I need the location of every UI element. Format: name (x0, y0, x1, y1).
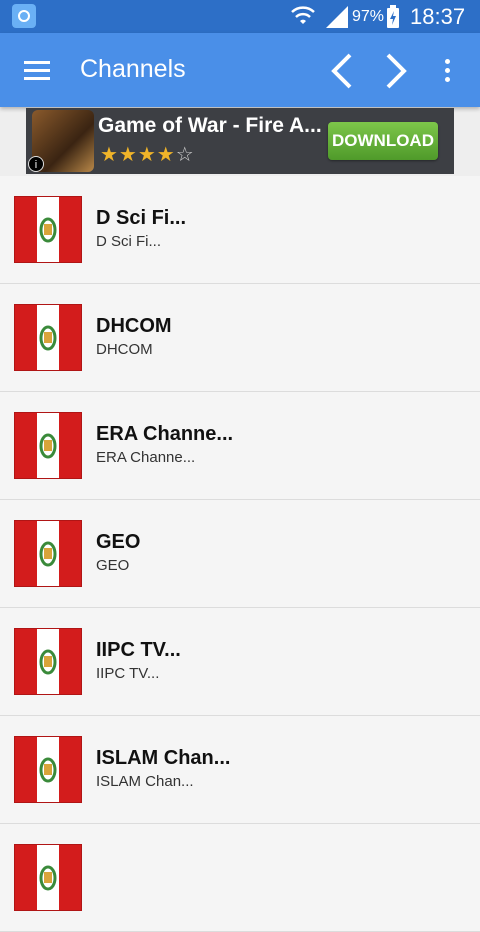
peru-flag-icon (14, 844, 82, 911)
channel-title: ISLAM Chan... (96, 747, 231, 769)
peru-flag-icon (14, 520, 82, 587)
battery-percentage: 97% (352, 8, 385, 25)
status-bar: 97% 18:37 (0, 0, 480, 33)
app-bar: Channels (0, 33, 480, 107)
list-item[interactable]: D Sci Fi... D Sci Fi... (0, 176, 480, 284)
clock: 18:37 (410, 4, 466, 29)
channel-title: D Sci Fi... (96, 207, 187, 229)
channel-subtitle: D Sci Fi... (96, 233, 162, 250)
channel-subtitle: ERA Channe... (96, 449, 196, 466)
list-item[interactable]: IIPC TV... IIPC TV... (0, 608, 480, 716)
ad-download-button[interactable]: DOWNLOAD (328, 122, 438, 160)
channel-subtitle: DHCOM (96, 341, 153, 358)
wifi-icon (291, 6, 315, 24)
ad-rating-stars: ★★★★☆ (100, 144, 195, 166)
ad-banner[interactable]: i Game of War - Fire A... ★★★★☆ DOWNLOAD (26, 108, 454, 174)
list-item[interactable]: GEO GEO (0, 500, 480, 608)
channel-title: IIPC TV... (96, 639, 181, 661)
app-notification-icon (12, 4, 36, 28)
battery-icon (387, 5, 399, 28)
channel-list: D Sci Fi... D Sci Fi... DHCOM DHCOM ERA … (0, 176, 480, 932)
channel-title: ERA Channe... (96, 423, 234, 445)
list-item[interactable]: ISLAM Chan... ISLAM Chan... (0, 716, 480, 824)
signal-icon (326, 6, 348, 28)
peru-flag-icon (14, 196, 82, 263)
channel-subtitle: IIPC TV... (96, 665, 160, 682)
menu-icon[interactable] (18, 53, 56, 89)
peru-flag-icon (14, 304, 82, 371)
channel-subtitle: GEO (96, 557, 130, 574)
list-item[interactable]: ERA Channe... ERA Channe... (0, 392, 480, 500)
peru-flag-icon (14, 412, 82, 479)
chevron-right-icon[interactable] (380, 51, 412, 91)
ad-info-icon[interactable]: i (28, 156, 44, 172)
peru-flag-icon (14, 736, 82, 803)
list-item[interactable]: DHCOM DHCOM (0, 284, 480, 392)
channel-title: GEO (96, 531, 141, 553)
ad-title[interactable]: Game of War - Fire A... (98, 114, 322, 138)
chevron-left-icon[interactable] (326, 51, 358, 91)
overflow-menu-icon[interactable] (434, 53, 460, 89)
list-item[interactable] (0, 824, 480, 932)
peru-flag-icon (14, 628, 82, 695)
channel-subtitle: ISLAM Chan... (96, 773, 194, 790)
page-title: Channels (80, 55, 186, 83)
channel-title: DHCOM (96, 315, 172, 337)
